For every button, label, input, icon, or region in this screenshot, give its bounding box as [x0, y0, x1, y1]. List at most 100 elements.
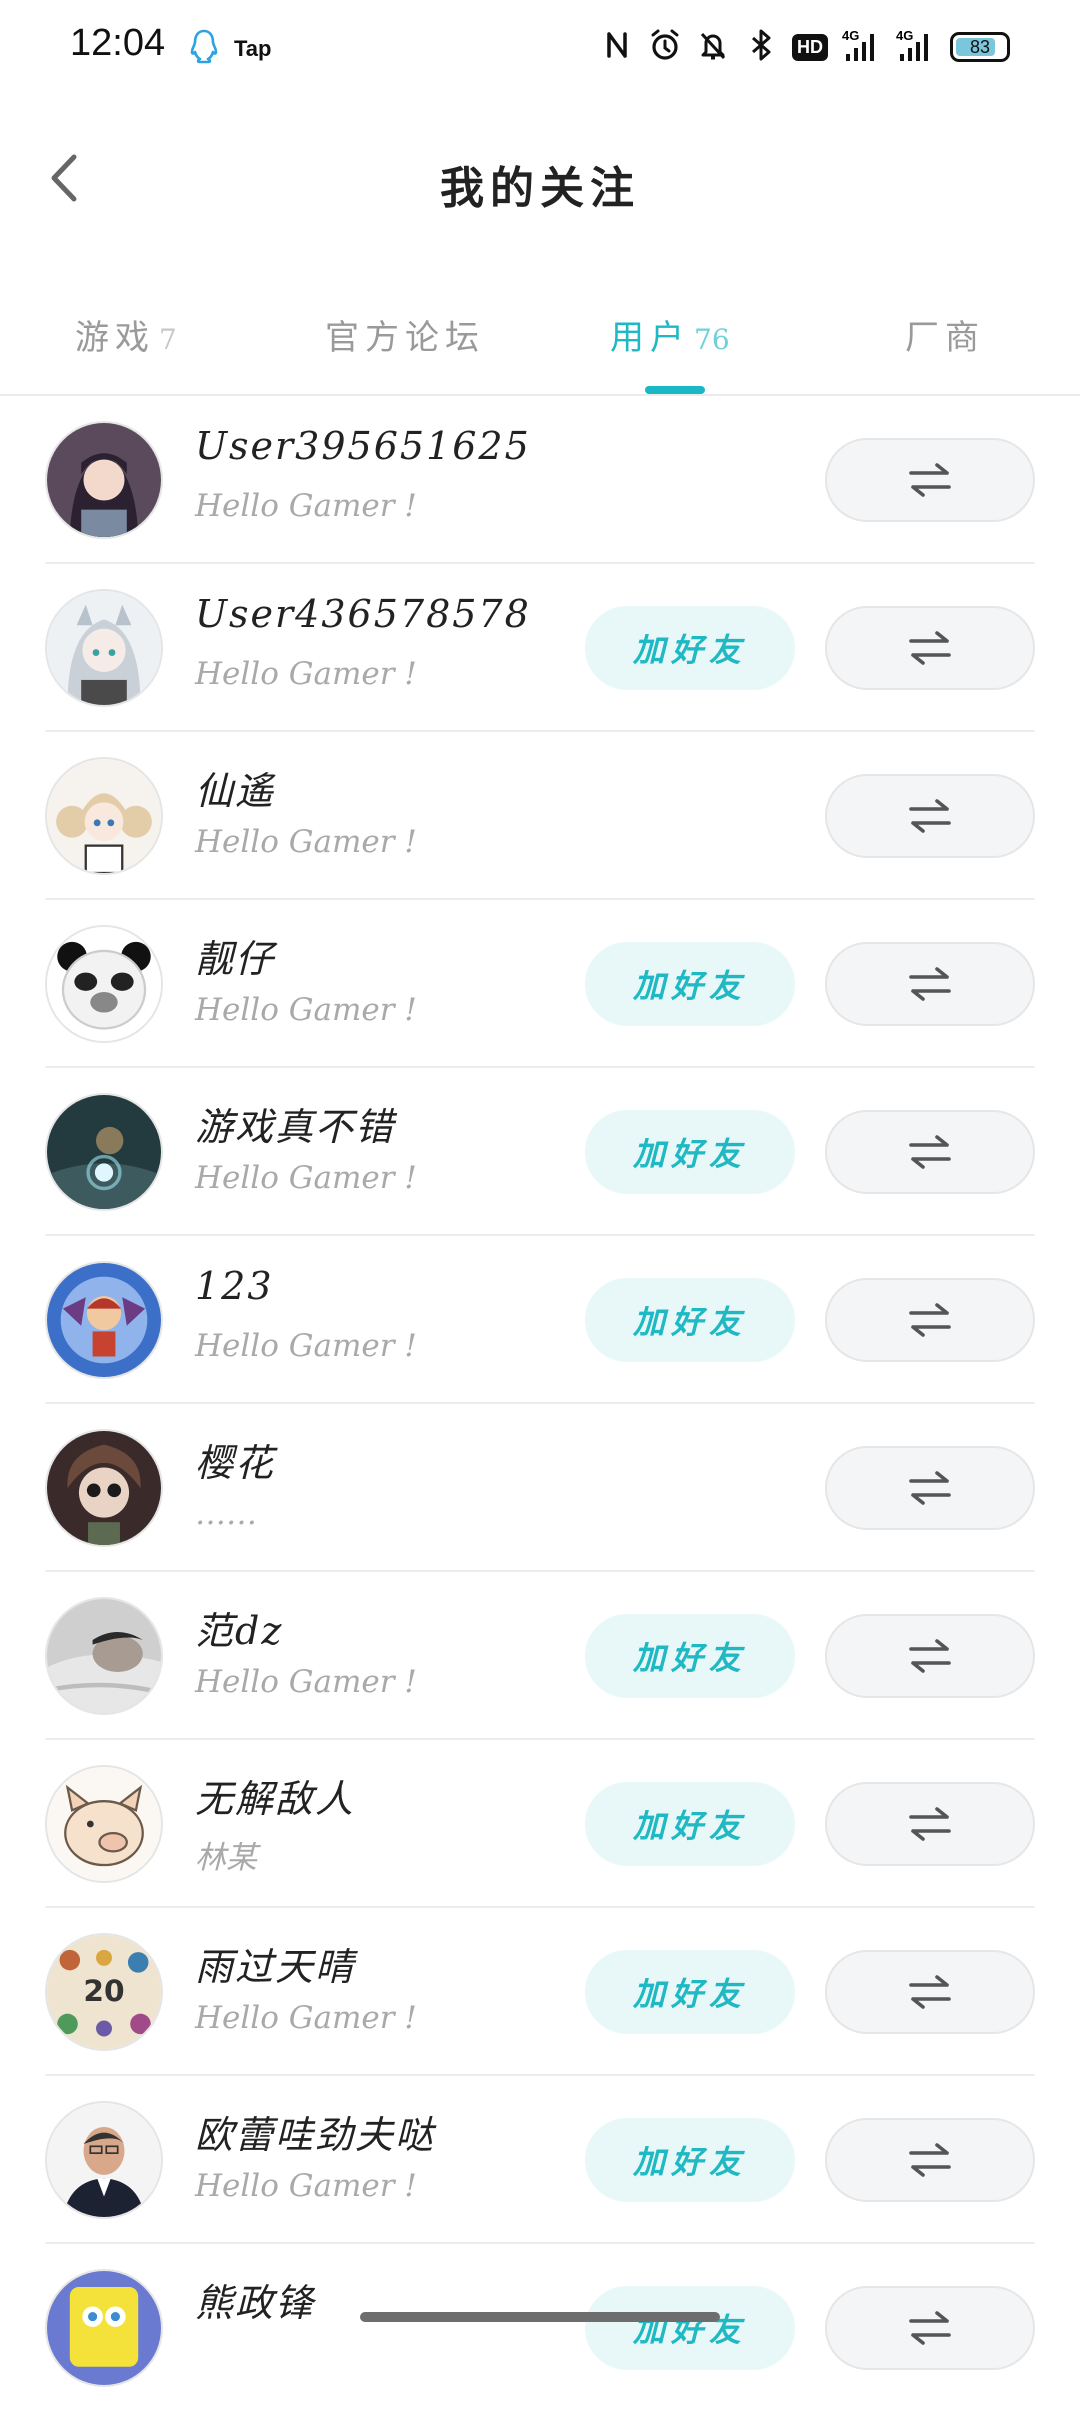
avatar[interactable]: 20: [45, 1933, 163, 2051]
list-item[interactable]: User395651625 Hello Gamer !: [0, 396, 1080, 564]
tap-label: Tap: [234, 36, 272, 61]
user-signature: Hello Gamer !: [195, 824, 417, 860]
bluetooth-icon: [744, 26, 778, 68]
swap-arrows-icon: [909, 1303, 951, 1337]
user-name: User436578578: [195, 592, 531, 636]
tab-label: 厂商: [905, 318, 985, 358]
user-signature: Hello Gamer !: [195, 1160, 417, 1196]
swap-arrows-icon: [909, 799, 951, 833]
tab-count: 7: [159, 323, 177, 356]
swap-button[interactable]: [825, 1614, 1035, 1698]
tab-label: 用户: [610, 318, 690, 358]
battery-level: 83: [969, 36, 991, 57]
qq-icon: [188, 28, 220, 70]
status-right-icons: HD 4G 4G 83: [600, 26, 1010, 68]
add-friend-button[interactable]: 加好友: [585, 1782, 795, 1866]
user-signature: ……: [195, 1496, 257, 1532]
tab-label: 游戏: [75, 318, 155, 358]
avatar[interactable]: [45, 1093, 163, 1211]
avatar[interactable]: [45, 2269, 163, 2387]
add-friend-button[interactable]: 加好友: [585, 942, 795, 1026]
status-time: 12:04: [70, 22, 166, 64]
add-friend-button[interactable]: 加好友: [585, 606, 795, 690]
tab-games[interactable]: 游戏 7: [75, 310, 177, 359]
user-signature: Hello Gamer !: [195, 992, 417, 1028]
user-signature: Hello Gamer !: [195, 2168, 417, 2204]
tab-users[interactable]: 用户 76: [610, 310, 730, 359]
swap-arrows-icon: [909, 1807, 951, 1841]
user-name: 樱花: [195, 1441, 276, 1485]
list-item[interactable]: 20 雨过天晴 Hello Gamer ! 加好友: [0, 1908, 1080, 2076]
swap-arrows-icon: [909, 1975, 951, 2009]
list-item[interactable]: 靓仔 Hello Gamer ! 加好友: [0, 900, 1080, 1068]
user-name: 靓仔: [195, 937, 276, 981]
mute-icon: [696, 26, 730, 68]
list-item[interactable]: 123 Hello Gamer ! 加好友: [0, 1236, 1080, 1404]
hd-icon: HD: [792, 33, 828, 61]
swap-button[interactable]: [825, 1782, 1035, 1866]
tab-official-forum[interactable]: 官方论坛: [325, 310, 489, 359]
list-item[interactable]: 仙遙 Hello Gamer !: [0, 732, 1080, 900]
avatar[interactable]: [45, 1261, 163, 1379]
swap-arrows-icon: [909, 463, 951, 497]
swap-button[interactable]: [825, 942, 1035, 1026]
swap-button[interactable]: [825, 2286, 1035, 2370]
add-friend-button[interactable]: 加好友: [585, 2118, 795, 2202]
user-name: 游戏真不错: [195, 1105, 396, 1149]
list-item[interactable]: 欧蕾哇劲夫哒 Hello Gamer ! 加好友: [0, 2076, 1080, 2244]
user-signature: Hello Gamer !: [195, 1664, 417, 1700]
list-item[interactable]: 熊政锋 加好友: [0, 2244, 1080, 2412]
swap-button[interactable]: [825, 2118, 1035, 2202]
add-friend-button[interactable]: 加好友: [585, 2286, 795, 2370]
battery-icon: 83: [950, 32, 1010, 62]
nfc-icon: [600, 26, 634, 68]
avatar[interactable]: [45, 1429, 163, 1547]
swap-button[interactable]: [825, 606, 1035, 690]
tab-indicator: [645, 386, 705, 394]
tab-count: 76: [694, 323, 730, 356]
swap-button[interactable]: [825, 1446, 1035, 1530]
avatar[interactable]: [45, 421, 163, 539]
swap-arrows-icon: [909, 967, 951, 1001]
user-name: 123: [195, 1264, 274, 1308]
swap-button[interactable]: [825, 438, 1035, 522]
avatar[interactable]: [45, 2101, 163, 2219]
list-item[interactable]: 范dz Hello Gamer ! 加好友: [0, 1572, 1080, 1740]
avatar[interactable]: [45, 925, 163, 1043]
add-friend-button[interactable]: 加好友: [585, 1110, 795, 1194]
swap-arrows-icon: [909, 631, 951, 665]
user-name: 无解敌人: [195, 1777, 356, 1821]
avatar[interactable]: [45, 1597, 163, 1715]
alarm-icon: [648, 26, 682, 68]
home-indicator[interactable]: [360, 2312, 720, 2322]
avatar[interactable]: [45, 1765, 163, 1883]
swap-button[interactable]: [825, 774, 1035, 858]
user-name: 范dz: [195, 1609, 284, 1653]
avatar[interactable]: [45, 589, 163, 707]
avatar[interactable]: [45, 757, 163, 875]
list-item[interactable]: 樱花 ……: [0, 1404, 1080, 1572]
user-signature: Hello Gamer !: [195, 1328, 417, 1364]
swap-button[interactable]: [825, 1278, 1035, 1362]
list-item[interactable]: 无解敌人 林某 加好友: [0, 1740, 1080, 1908]
list-item[interactable]: User436578578 Hello Gamer ! 加好友: [0, 564, 1080, 732]
list-item[interactable]: 游戏真不错 Hello Gamer ! 加好友: [0, 1068, 1080, 1236]
signal-4g-icon: 4G: [842, 26, 882, 68]
user-name: User395651625: [195, 424, 531, 468]
svg-text:4G: 4G: [842, 28, 859, 43]
user-name: 熊政锋: [195, 2281, 316, 2325]
swap-arrows-icon: [909, 1471, 951, 1505]
svg-text:4G: 4G: [896, 28, 913, 43]
signal-4g-icon: 4G: [896, 26, 936, 68]
user-name: 仙遙: [195, 769, 276, 813]
page-title: 我的关注: [440, 163, 640, 214]
swap-button[interactable]: [825, 1110, 1035, 1194]
user-name: 欧蕾哇劲夫哒: [195, 2113, 436, 2157]
user-name: 雨过天晴: [195, 1945, 356, 1989]
add-friend-button[interactable]: 加好友: [585, 1614, 795, 1698]
tab-vendors[interactable]: 厂商: [905, 310, 989, 359]
add-friend-button[interactable]: 加好友: [585, 1278, 795, 1362]
swap-button[interactable]: [825, 1950, 1035, 2034]
add-friend-button[interactable]: 加好友: [585, 1950, 795, 2034]
swap-arrows-icon: [909, 2143, 951, 2177]
